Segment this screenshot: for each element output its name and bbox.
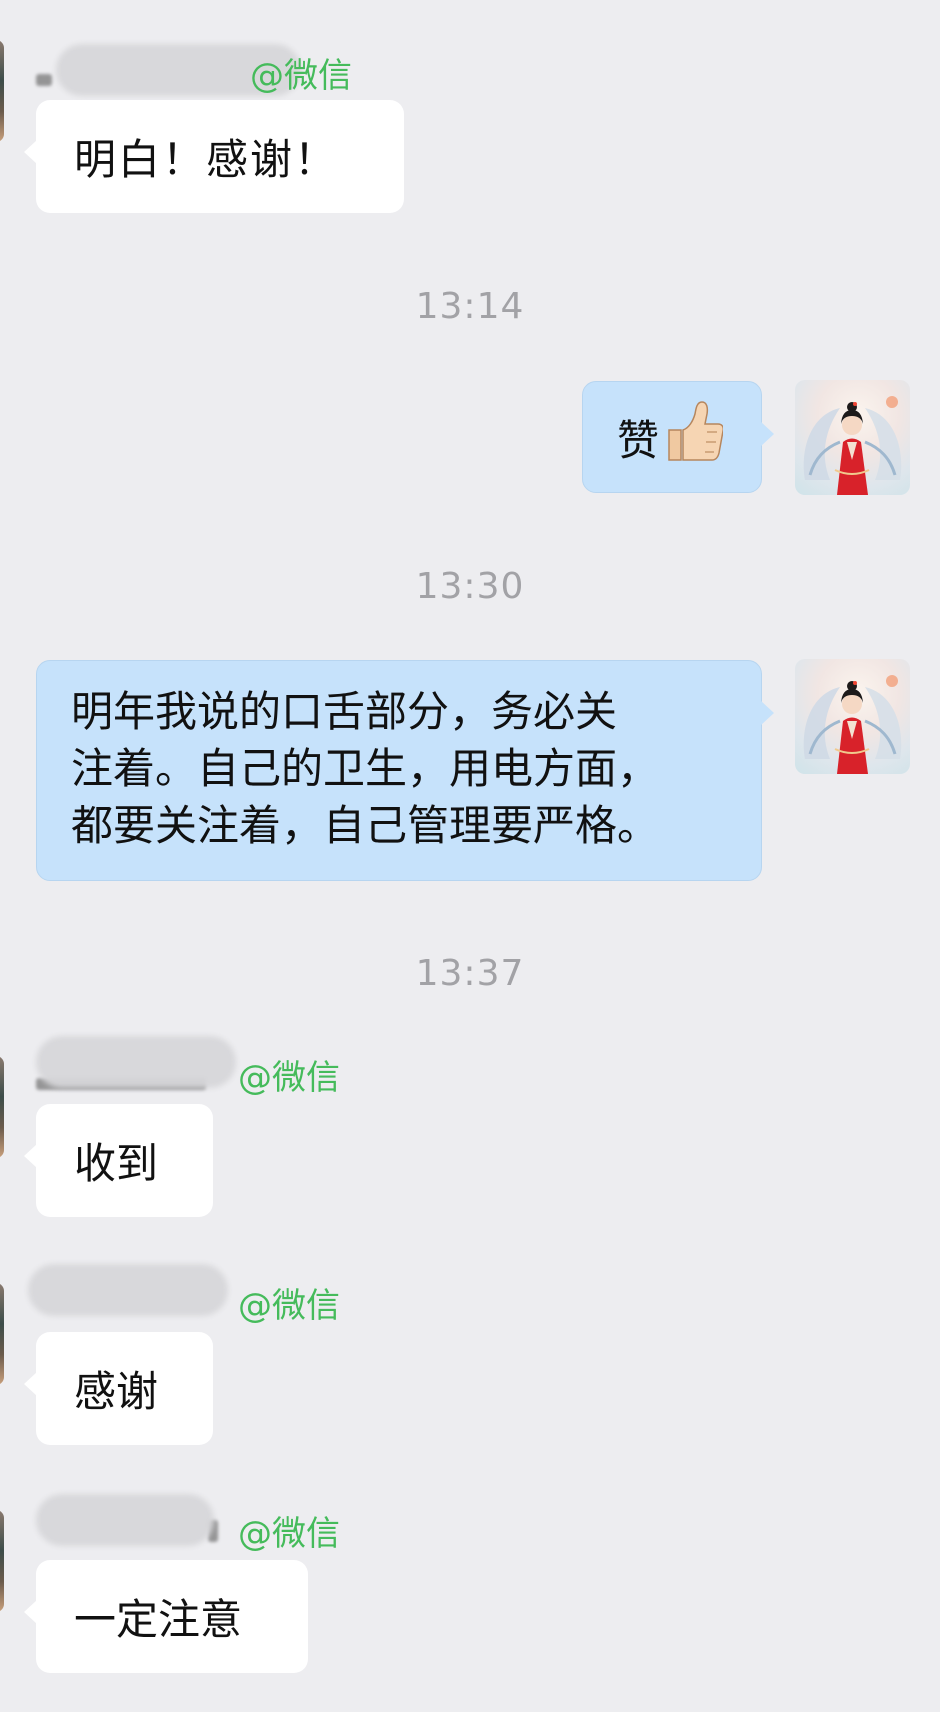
message-bubble[interactable]: 赞: [582, 381, 774, 493]
sender-name: @微信: [36, 1036, 366, 1098]
wechat-tag: @微信: [250, 56, 352, 96]
message-text-line: 注着。自己的卫生，用电方面，: [71, 744, 660, 793]
thumbs-up-icon: [663, 400, 725, 474]
message-bubble[interactable]: 感谢: [24, 1332, 213, 1445]
message-bubble[interactable]: 明年我说的口舌部分，务必关 注着。自己的卫生，用电方面， 都要关注着，自己管理要…: [36, 660, 774, 881]
sender-avatar[interactable]: [0, 1510, 4, 1612]
timestamp: 13:37: [415, 953, 525, 994]
message-bubble[interactable]: 收到: [24, 1104, 213, 1217]
timestamp: 13:14: [415, 286, 525, 327]
message-bubble[interactable]: 一定注意: [24, 1560, 308, 1673]
self-avatar[interactable]: [795, 380, 910, 495]
message-text: 感谢: [74, 1367, 159, 1416]
message-text: 收到: [74, 1139, 159, 1188]
timestamp: 13:30: [415, 566, 525, 607]
sender-avatar[interactable]: [0, 1056, 4, 1158]
sender-avatar[interactable]: [0, 40, 4, 142]
self-avatar[interactable]: [795, 659, 910, 774]
message-bubble[interactable]: 明白！感谢！: [24, 100, 404, 213]
message-text: 明白！感谢！: [74, 135, 339, 184]
avatar-image: [803, 675, 902, 774]
message-text-line: 都要关注着，自己管理要严格。: [71, 801, 660, 850]
wechat-tag: @微信: [238, 1286, 340, 1326]
wechat-tag: @微信: [238, 1058, 340, 1098]
message-text: 一定注意: [74, 1595, 243, 1644]
avatar-image: [803, 396, 902, 495]
sender-avatar[interactable]: [0, 1283, 4, 1385]
sender-name: @微信: [36, 44, 366, 96]
sender-name: @微信: [36, 1494, 366, 1554]
message-text: 赞: [617, 415, 660, 465]
message-text-line: 明年我说的口舌部分，务必关: [71, 687, 618, 736]
wechat-tag: @微信: [238, 1514, 340, 1554]
sender-name: @微信: [28, 1264, 366, 1326]
